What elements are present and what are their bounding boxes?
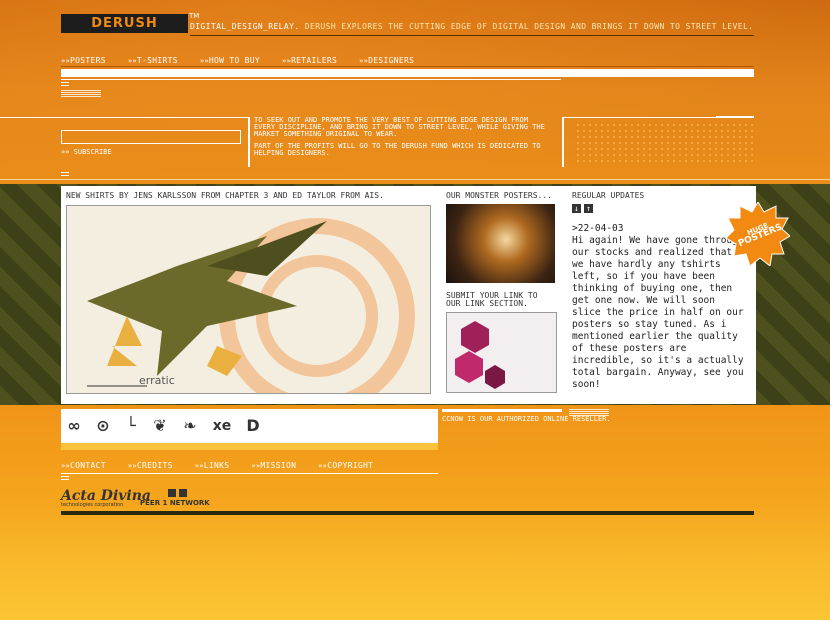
updates-content: >22-04-03 Hi again! We have gone through… bbox=[572, 223, 748, 391]
reseller-link[interactable]: CCNOW IS OUR AUTHORIZED ONLINE RESELLER. bbox=[442, 416, 611, 423]
tick-mark bbox=[61, 479, 69, 480]
hexagon bbox=[461, 321, 489, 353]
star-shape bbox=[107, 316, 142, 366]
subscribe-input[interactable] bbox=[61, 130, 241, 144]
footer-links[interactable]: LINKS bbox=[195, 461, 230, 470]
update-body: Hi again! We have gone through our stock… bbox=[572, 235, 744, 390]
column-divider bbox=[562, 117, 564, 167]
mission-paragraph-2: PART OF THE PROFITS WILL GO TO THE DERUS… bbox=[254, 142, 541, 157]
tiny-text-block bbox=[61, 90, 101, 97]
tick-mark bbox=[61, 172, 69, 173]
tick-mark bbox=[61, 82, 69, 83]
hook-icon[interactable]: └ bbox=[120, 417, 142, 435]
acta-divina-logo[interactable]: Acta Divina technologies corporation bbox=[61, 488, 151, 508]
footer-nav: CONTACT CREDITS LINKS MISSION COPYRIGHT bbox=[61, 461, 373, 470]
nav-how-to-buy[interactable]: HOW TO BUY bbox=[200, 56, 260, 65]
ring bbox=[256, 255, 378, 377]
footer-copyright[interactable]: COPYRIGHT bbox=[318, 461, 373, 470]
icon-bar-strip bbox=[61, 443, 438, 450]
target-icon[interactable]: ⊙ bbox=[92, 417, 114, 435]
nav-designers[interactable]: DESIGNERS bbox=[359, 56, 414, 65]
feature-title: NEW SHIRTS BY JENS KARLSSON FROM CHAPTER… bbox=[66, 191, 384, 200]
hexagon bbox=[455, 351, 483, 383]
footer-divider bbox=[61, 473, 438, 474]
update-date: >22-04-03 bbox=[572, 223, 624, 234]
derush-logo[interactable]: DERUSH bbox=[61, 14, 188, 33]
left-divider bbox=[0, 117, 248, 118]
updates-title: REGULAR UPDATES bbox=[572, 191, 645, 200]
link-icon[interactable]: ∞ bbox=[63, 417, 85, 435]
footer-credits[interactable]: CREDITS bbox=[128, 461, 173, 470]
mission-text: TO SEEK OUT AND PROMOTE THE VERY BEST OF… bbox=[254, 117, 550, 157]
tagline: DIGITAL_DESIGN_RELAY. DERUSH EXPLORES TH… bbox=[190, 22, 753, 31]
link-section-thumb[interactable] bbox=[446, 312, 557, 393]
subscribe-button[interactable]: »» SUBSCRIBE bbox=[61, 148, 112, 156]
header-white-bar bbox=[61, 69, 754, 77]
d-icon[interactable]: D bbox=[242, 417, 264, 435]
peer1-network-logo[interactable]: PEER 1 NETWORK bbox=[140, 499, 210, 507]
column-divider bbox=[248, 117, 250, 167]
feature-art-svg: erratic bbox=[87, 218, 415, 393]
feature-artwork[interactable]: erratic bbox=[66, 205, 431, 394]
tiny-text-block bbox=[569, 409, 609, 417]
trademark: TM bbox=[189, 12, 200, 20]
tick-mark bbox=[61, 85, 69, 86]
reseller-divider bbox=[442, 409, 562, 412]
shard bbox=[207, 221, 327, 276]
submit-link-title: SUBMIT YOUR LINK TO OUR LINK SECTION. bbox=[446, 291, 538, 308]
creature-icon[interactable]: ❦ bbox=[149, 417, 171, 435]
nav-divider bbox=[61, 66, 754, 67]
leaf-icon[interactable]: ❧ bbox=[179, 417, 201, 435]
xe-icon[interactable]: xe bbox=[208, 417, 236, 435]
art-label: erratic bbox=[139, 374, 175, 387]
scroll-down-icon[interactable]: ↓ bbox=[572, 204, 581, 213]
footer-contact[interactable]: CONTACT bbox=[61, 461, 106, 470]
mission-paragraph-1: TO SEEK OUT AND PROMOTE THE VERY BEST OF… bbox=[254, 116, 545, 138]
nav-posters[interactable]: POSTERS bbox=[61, 56, 106, 65]
posters-title: OUR MONSTER POSTERS... bbox=[446, 191, 552, 200]
relay-label: DIGITAL_DESIGN_RELAY. bbox=[190, 22, 300, 31]
thin-white-line bbox=[61, 79, 561, 80]
nav-retailers[interactable]: RETAILERS bbox=[282, 56, 337, 65]
peer1-icon bbox=[168, 489, 188, 498]
tick-mark bbox=[61, 476, 69, 477]
tagline-text: DERUSH EXPLORES THE CUTTING EDGE OF DIGI… bbox=[304, 22, 754, 31]
scroll-up-icon[interactable]: ↑ bbox=[584, 204, 593, 213]
designer-icon-bar: ∞ ⊙ └ ❦ ❧ xe D bbox=[61, 409, 438, 450]
hexagon bbox=[485, 365, 505, 389]
header-divider bbox=[190, 35, 754, 36]
main-nav: POSTERS T-SHIRTS HOW TO BUY RETAILERS DE… bbox=[61, 56, 414, 65]
nav-tshirts[interactable]: T-SHIRTS bbox=[128, 56, 178, 65]
right-divider bbox=[564, 117, 754, 118]
tick-mark bbox=[61, 175, 69, 176]
monster-poster-thumb[interactable] bbox=[446, 204, 555, 283]
dot-pattern bbox=[575, 122, 755, 162]
footer-mission[interactable]: MISSION bbox=[251, 461, 296, 470]
huge-posters-badge[interactable]: HUGE POSTERS bbox=[725, 201, 791, 267]
footer-bottom-bar bbox=[61, 511, 754, 515]
band-top-line bbox=[0, 179, 830, 180]
hexagon-art bbox=[455, 321, 505, 389]
